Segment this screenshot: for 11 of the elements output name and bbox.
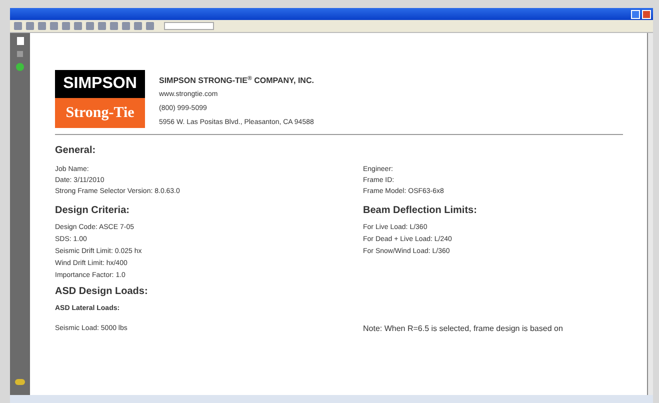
- section-heading: ASD Design Loads:: [55, 286, 149, 297]
- page-icon[interactable]: [16, 37, 24, 45]
- zoom-field[interactable]: [164, 22, 214, 30]
- section-heading: Beam Deflection Limits:: [363, 205, 478, 216]
- scrollbar[interactable]: [647, 33, 653, 395]
- note-text: Note: When R=6.5 is selected, frame design is based on: [363, 323, 564, 334]
- company-logo: SIMPSON Strong-Tie: [55, 70, 145, 128]
- section-heading: General:: [55, 145, 97, 156]
- company-name: SIMPSON STRONG-TIE$^{®}$ COMPANY, INC.: [159, 75, 314, 86]
- section-heading: Design Criteria:: [55, 205, 130, 216]
- close-button[interactable]: [642, 10, 651, 18]
